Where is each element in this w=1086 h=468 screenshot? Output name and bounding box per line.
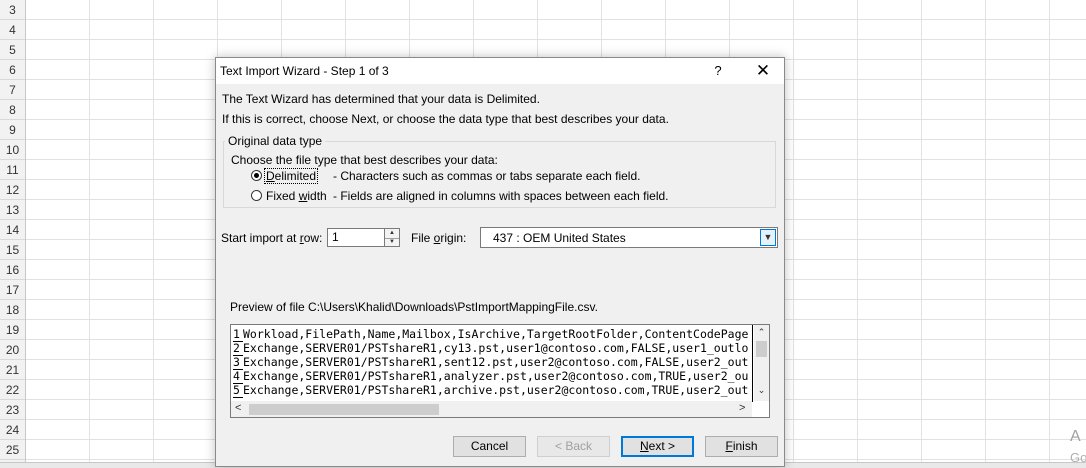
start-row-input[interactable]: 1: [327, 228, 385, 247]
preview-line: 5 Exchange,SERVER01/PSTshareR1,archive.ps…: [233, 383, 749, 398]
text-import-wizard-dialog: Text Import Wizard - Step 1 of 3 ? ✕ The…: [215, 57, 785, 467]
row-number[interactable]: 5: [0, 40, 25, 60]
column-gridline: [793, 0, 794, 467]
preview-line: 1 Workload,FilePath,Name,Mailbox,IsArchiv…: [233, 327, 749, 342]
row-number[interactable]: 20: [0, 340, 25, 360]
row-number[interactable]: 13: [0, 200, 25, 220]
dialog-title-bar[interactable]: Text Import Wizard - Step 1 of 3 ? ✕: [216, 58, 784, 84]
row-number[interactable]: 25: [0, 440, 25, 460]
row-number[interactable]: 14: [0, 220, 25, 240]
column-gridline: [985, 0, 986, 467]
back-button[interactable]: < Back: [537, 436, 610, 457]
fixed-width-description: - Fields are aligned in columns with spa…: [333, 189, 669, 203]
row-number[interactable]: 21: [0, 360, 25, 380]
scroll-right-icon[interactable]: >: [739, 402, 745, 414]
preview-line: 4 Exchange,SERVER01/PSTshareR1,analyzer.p…: [233, 369, 749, 384]
file-origin-label: File origin:: [411, 231, 467, 245]
intro-line-1: The Text Wizard has determined that your…: [222, 92, 540, 106]
original-data-type-title: Original data type: [225, 134, 326, 148]
row-number[interactable]: 3: [0, 0, 25, 20]
preview-pane[interactable]: 1 Workload,FilePath,Name,Mailbox,IsArchiv…: [230, 324, 770, 418]
fixed-width-radio[interactable]: [251, 190, 262, 201]
row-number[interactable]: 23: [0, 400, 25, 420]
row-gridline: [26, 39, 1086, 40]
preview-vertical-scrollbar[interactable]: ⌃ ⌄: [754, 325, 769, 401]
column-gridline: [1049, 0, 1050, 467]
row-number[interactable]: 8: [0, 100, 25, 120]
column-gridline: [921, 0, 922, 467]
preview-lines: 1 Workload,FilePath,Name,Mailbox,IsArchiv…: [231, 325, 753, 402]
column-gridline: [89, 0, 90, 467]
row-number[interactable]: 17: [0, 280, 25, 300]
start-import-row-label: Start import at row:: [221, 231, 323, 245]
help-button[interactable]: ?: [706, 61, 730, 81]
file-type-prompt: Choose the file type that best describes…: [231, 153, 498, 167]
row-gridline: [26, 19, 1086, 20]
row-number[interactable]: 15: [0, 240, 25, 260]
next-button[interactable]: Next >: [621, 436, 694, 457]
corner-text-a: A: [1070, 428, 1081, 445]
close-button[interactable]: ✕: [748, 60, 778, 82]
row-number[interactable]: 10: [0, 140, 25, 160]
preview-caption: Preview of file C:\Users\Khalid\Download…: [230, 300, 598, 314]
scroll-down-icon[interactable]: ⌄: [754, 385, 769, 396]
row-number[interactable]: 9: [0, 120, 25, 140]
row-number[interactable]: 16: [0, 260, 25, 280]
delimited-radio[interactable]: [251, 170, 262, 181]
delimited-description: - Characters such as commas or tabs sepa…: [333, 169, 641, 183]
preview-horizontal-scrollbar[interactable]: < >: [231, 401, 752, 417]
start-row-spinner[interactable]: ▲ ▼: [385, 228, 400, 247]
cancel-button[interactable]: Cancel: [453, 436, 526, 457]
chevron-down-icon[interactable]: ▼: [760, 229, 776, 246]
column-gridline: [153, 0, 154, 467]
horizontal-scroll-thumb[interactable]: [249, 404, 439, 415]
file-origin-value: 437 : OEM United States: [493, 231, 626, 245]
fixed-width-label[interactable]: Fixed width: [266, 189, 327, 203]
spin-down-icon[interactable]: ▼: [385, 238, 399, 247]
preview-line: 2 Exchange,SERVER01/PSTshareR1,cy13.pst,u…: [233, 341, 749, 356]
intro-line-2: If this is correct, choose Next, or choo…: [222, 112, 669, 126]
row-number[interactable]: 4: [0, 20, 25, 40]
preview-line: 3 Exchange,SERVER01/PSTshareR1,sent12.pst…: [233, 355, 749, 370]
row-number[interactable]: 12: [0, 180, 25, 200]
delimited-label[interactable]: Delimited: [263, 168, 319, 184]
vertical-scroll-thumb[interactable]: [756, 341, 767, 357]
scroll-up-icon[interactable]: ⌃: [754, 327, 769, 338]
row-number[interactable]: 18: [0, 300, 25, 320]
dialog-title: Text Import Wizard - Step 1 of 3: [220, 64, 389, 78]
file-origin-select[interactable]: 437 : OEM United States ▼: [480, 227, 778, 248]
row-number[interactable]: 22: [0, 380, 25, 400]
corner-text-go: Go: [1070, 450, 1086, 465]
row-number[interactable]: 24: [0, 420, 25, 440]
row-number[interactable]: 11: [0, 160, 25, 180]
column-gridline: [857, 0, 858, 467]
scroll-left-icon[interactable]: <: [235, 402, 241, 414]
row-number[interactable]: 6: [0, 60, 25, 80]
finish-button[interactable]: Finish: [705, 436, 778, 457]
row-number[interactable]: 19: [0, 320, 25, 340]
row-header-column: 3 4 5 6 7 8 9 10 11 12 13 14 15 16 17 18 19 20 21 22 23 24 25: [0, 0, 26, 467]
row-number[interactable]: 7: [0, 80, 25, 100]
